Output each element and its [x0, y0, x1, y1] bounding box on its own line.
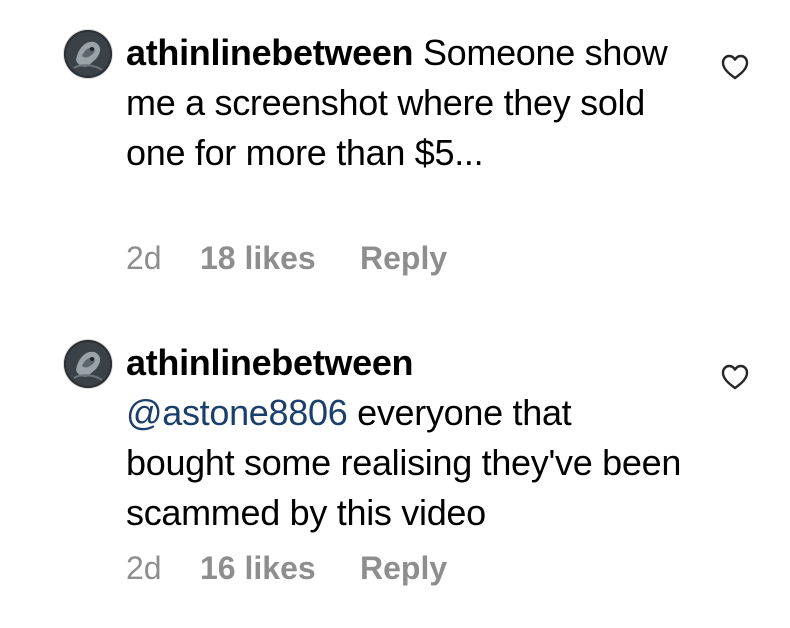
- comment-timestamp: 2d: [126, 550, 162, 586]
- comment-likes-count[interactable]: 18 likes: [200, 240, 360, 277]
- comment-username[interactable]: athinlinebetween: [126, 342, 414, 383]
- comment-item: athinlinebetween @astone8806 everyone tha…: [0, 310, 790, 610]
- heart-icon[interactable]: [720, 363, 750, 391]
- comment-timestamp: 2d: [126, 240, 162, 276]
- avatar-image: [64, 340, 112, 388]
- user-avatar[interactable]: [64, 30, 112, 78]
- comment-username[interactable]: athinlinebetween: [126, 32, 414, 73]
- comment-item: athinlinebetween Someone show me a scree…: [0, 0, 790, 300]
- avatar-image: [64, 30, 112, 78]
- comment-meta: 2d 16 likes Reply: [126, 550, 447, 587]
- comment-mention[interactable]: @astone8806: [126, 392, 348, 433]
- heart-icon[interactable]: [720, 53, 750, 81]
- comment-likes-count[interactable]: 16 likes: [200, 550, 360, 587]
- comment-text: athinlinebetween @astone8806 everyone tha…: [126, 338, 686, 538]
- comment-text: athinlinebetween Someone show me a scree…: [126, 28, 686, 178]
- reply-button[interactable]: Reply: [360, 240, 447, 277]
- user-avatar[interactable]: [64, 340, 112, 388]
- comment-meta: 2d 18 likes Reply: [126, 240, 447, 277]
- reply-button[interactable]: Reply: [360, 550, 447, 587]
